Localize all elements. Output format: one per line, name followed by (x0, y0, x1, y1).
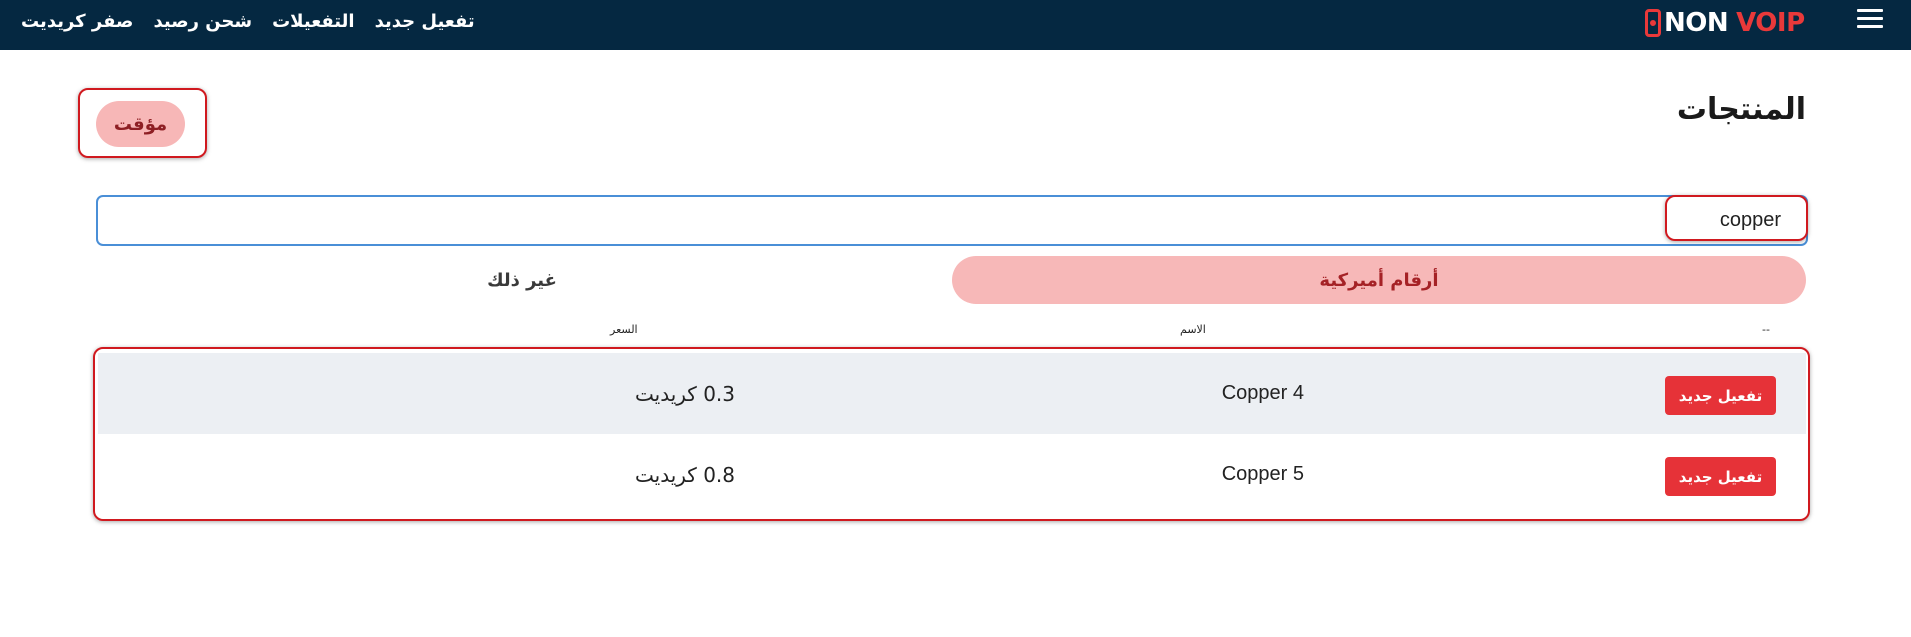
table-highlight (93, 347, 1810, 521)
nav-links: صفر كريديت شحن رصيد التفعيلات تفعيل جديد (21, 11, 475, 35)
page-title: المنتجات (1676, 92, 1806, 127)
tab-us-numbers[interactable]: أرقام أميركية (952, 256, 1806, 304)
search-value-highlight (1665, 195, 1808, 241)
logo-text-non: NON (1664, 8, 1729, 38)
logo-text-voip: VOIP (1736, 8, 1805, 38)
nav-recharge[interactable]: شحن رصيد (153, 11, 252, 35)
column-header-action: -- (1762, 323, 1770, 336)
hamburger-menu-icon[interactable] (1857, 9, 1883, 31)
tab-other[interactable]: غير ذلك (95, 256, 949, 304)
nav-new-activation[interactable]: تفعيل جديد (375, 11, 475, 35)
nav-zero-credit[interactable]: صفر كريديت (21, 11, 133, 35)
top-navbar: صفر كريديت شحن رصيد التفعيلات تفعيل جديد… (0, 0, 1911, 50)
phone-icon (1645, 9, 1661, 37)
nonvoip-logo[interactable]: NON VOIP (1645, 6, 1825, 40)
nav-activations[interactable]: التفعيلات (272, 11, 355, 35)
column-header-name: الاسم (1180, 323, 1206, 336)
temp-button[interactable]: مؤقت (96, 101, 185, 147)
search-input[interactable]: copper (96, 195, 1808, 246)
column-header-price: السعر (610, 323, 638, 336)
